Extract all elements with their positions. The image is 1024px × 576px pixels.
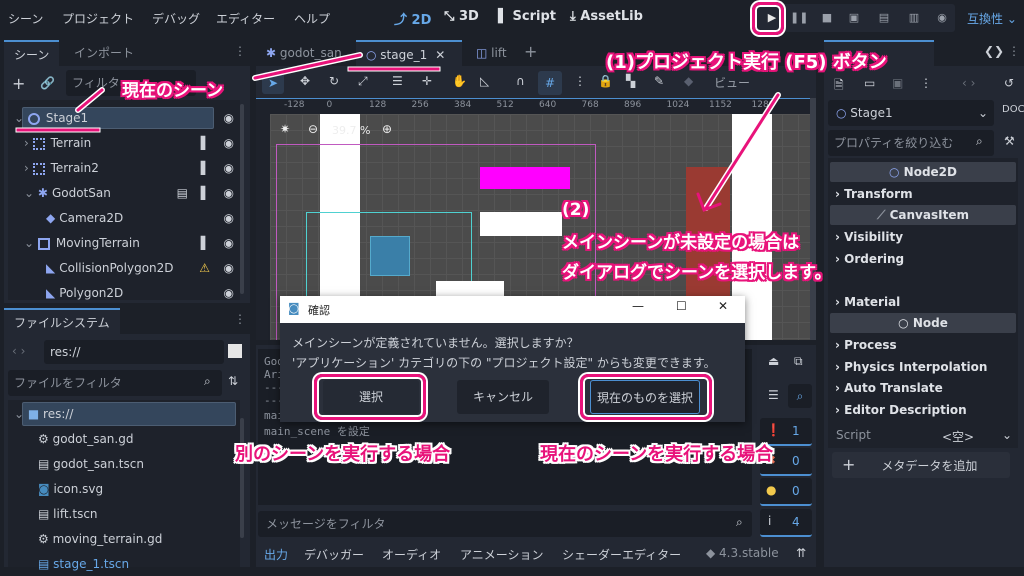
arrow-to-stage1 [76,88,104,112]
annotation-current-scene: 現在のシーン [122,81,224,101]
annotation-step2: (2) [562,200,590,220]
annotation-other-scene: 別のシーンを実行する場合 [235,444,451,465]
annotation-step2-line1: メインシーンが未設定の場合は [562,233,800,253]
stage1-underline [15,127,101,133]
arrow-to-tab [253,53,362,80]
tab-underline [347,66,441,72]
annotation-this-scene: 現在のシーンを実行する場合 [540,444,774,465]
annotation-step2-line2: ダイアログでシーンを選択します。 [562,263,832,283]
annotation-run-button: (1)プロジェクト実行 (F5) ボタン [606,52,887,73]
arrow-to-viewport [704,93,780,210]
